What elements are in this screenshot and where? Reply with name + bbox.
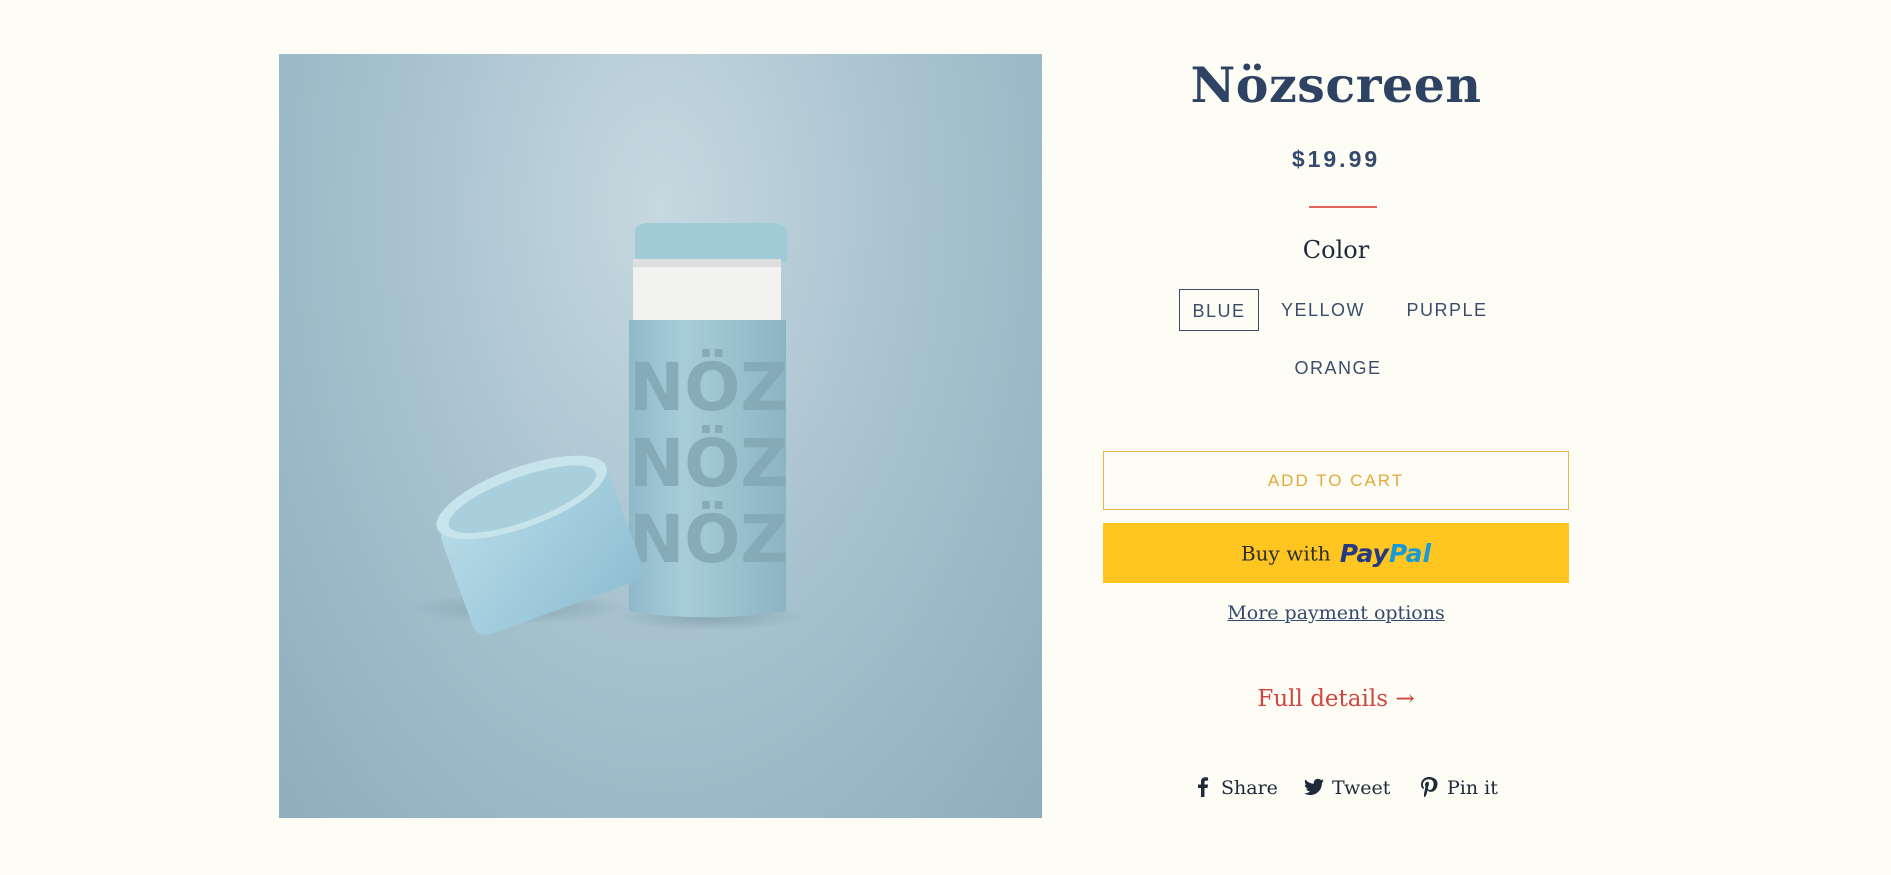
share-label: Share: [1221, 777, 1278, 799]
product-info: Nözscreen $19.99 Color BLUE YELLOW PURPL…: [1103, 0, 1569, 875]
paypal-logo-pal: Pal: [1388, 538, 1432, 568]
product-price: $19.99: [1291, 146, 1381, 172]
svg-text:NÖZ: NÖZ: [629, 349, 788, 426]
color-swatch-purple[interactable]: PURPLE: [1405, 289, 1489, 331]
paypal-button[interactable]: Buy with PayPal: [1103, 523, 1569, 583]
full-details-link[interactable]: Full details →: [1103, 686, 1569, 712]
add-to-cart-button[interactable]: ADD TO CART: [1103, 451, 1569, 510]
svg-text:NÖZ: NÖZ: [629, 501, 788, 578]
more-payment-options-link[interactable]: More payment options: [1103, 602, 1569, 624]
facebook-icon: [1198, 777, 1209, 797]
color-swatch-yellow[interactable]: YELLOW: [1280, 289, 1366, 331]
tweet-twitter-link[interactable]: Tweet: [1304, 776, 1390, 800]
paypal-logo-pay: Pay: [1339, 538, 1389, 568]
color-swatch-orange[interactable]: ORANGE: [1294, 347, 1382, 389]
title-divider: [1309, 206, 1377, 208]
product-title: Nözscreen: [1190, 56, 1482, 114]
svg-text:NÖZ: NÖZ: [629, 425, 788, 502]
tweet-label: Tweet: [1332, 777, 1391, 799]
paypal-buy-with-label: Buy with: [1240, 541, 1331, 566]
product-page: NÖZ NÖZ NÖZ Nözscreen $19.99 Color BLUE …: [0, 0, 1891, 875]
color-option-label: Color: [1302, 236, 1370, 264]
product-image[interactable]: NÖZ NÖZ NÖZ: [279, 54, 1042, 818]
twitter-icon: [1304, 778, 1324, 795]
color-swatch-blue[interactable]: BLUE: [1179, 289, 1259, 331]
product-photo: NÖZ NÖZ NÖZ: [409, 223, 804, 636]
pinterest-icon: [1421, 777, 1438, 797]
pin-label: Pin it: [1447, 777, 1498, 799]
paypal-logo: PayPal: [1340, 539, 1431, 568]
pin-pinterest-link[interactable]: Pin it: [1419, 776, 1498, 800]
share-facebook-link[interactable]: Share: [1193, 776, 1278, 800]
